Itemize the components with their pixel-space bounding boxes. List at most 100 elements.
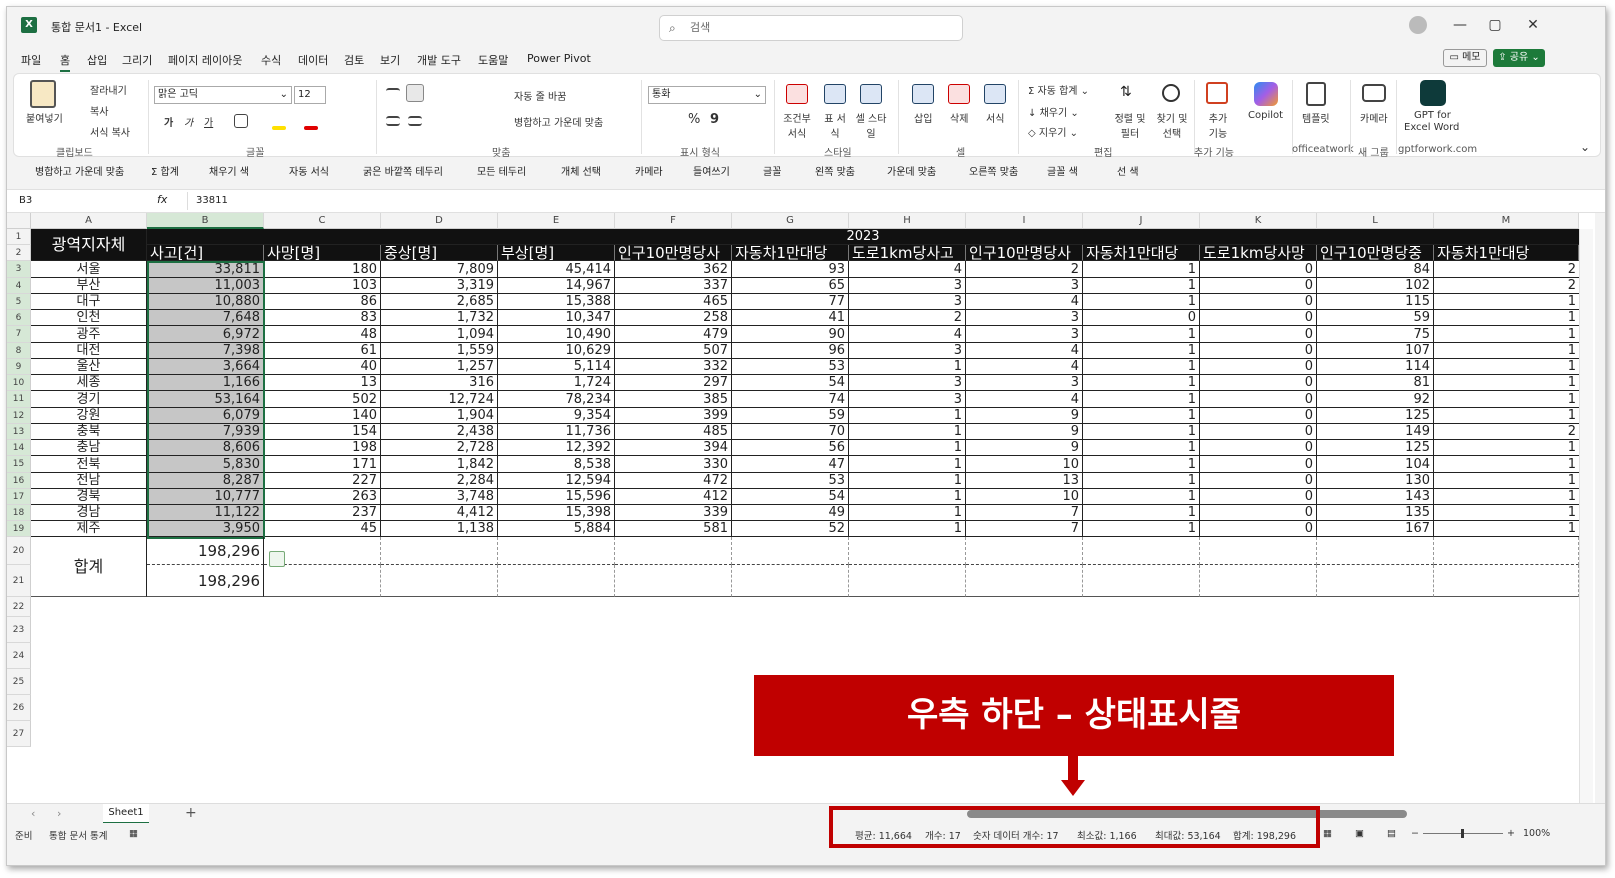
data-cell[interactable]: 8,606 [147,440,264,456]
empty-cell[interactable] [732,537,849,565]
vertical-scrollbar[interactable] [1579,229,1593,803]
quick-analysis-icon[interactable] [269,551,285,567]
border-icon[interactable] [234,114,248,128]
next-sheet-icon[interactable]: › [57,807,61,820]
accessibility-icon[interactable]: ▦ [129,828,138,839]
row-header-11[interactable]: 11 [7,391,31,408]
data-cell[interactable]: 93 [732,261,849,278]
data-cell[interactable]: 0 [1200,375,1317,391]
data-cell[interactable]: 1 [849,424,966,440]
data-cell[interactable]: 13 [264,375,381,391]
user-avatar-icon[interactable] [1409,16,1427,34]
data-cell[interactable]: 7 [966,505,1083,521]
column-header-D[interactable]: D [381,213,498,229]
data-cell[interactable]: 12,594 [498,473,615,489]
row-header-7[interactable]: 7 [7,326,31,343]
data-cell[interactable]: 90 [732,326,849,343]
comma-icon[interactable]: 9 [710,112,719,127]
data-cell[interactable]: 1 [849,408,966,424]
data-cell[interactable]: 1,559 [381,343,498,359]
column-header-J[interactable]: J [1083,213,1200,229]
empty-cell[interactable] [966,565,1083,597]
row-header-5[interactable]: 5 [7,294,31,310]
data-cell[interactable]: 297 [615,375,732,391]
data-cell[interactable]: 1 [849,505,966,521]
font-name-select[interactable]: 맑은 고딕 ⌄ [154,86,292,104]
data-cell[interactable]: 1,094 [381,326,498,343]
data-cell[interactable]: 92 [1317,391,1434,408]
data-cell[interactable]: 84 [1317,261,1434,278]
data-cell[interactable]: 0 [1200,326,1317,343]
addins-button[interactable]: 추가 기능 [1206,110,1230,140]
align-top-icon[interactable] [386,88,400,98]
paste-label[interactable]: 붙여넣기 [26,110,63,125]
data-cell[interactable]: 1 [849,359,966,375]
font-size-select[interactable]: 12 [294,86,326,104]
data-cell[interactable]: 54 [732,489,849,505]
data-cell[interactable]: 465 [615,294,732,310]
data-cell[interactable]: 1 [1083,343,1200,359]
data-cell[interactable]: 5,114 [498,359,615,375]
data-cell[interactable]: 1 [1434,408,1579,424]
data-cell[interactable]: 149 [1317,424,1434,440]
data-cell[interactable]: 3 [966,326,1083,343]
data-cell[interactable]: 53,164 [147,391,264,408]
data-cell[interactable]: 0 [1200,489,1317,505]
number-format-select[interactable]: 통화 ⌄ [648,86,766,104]
region-cell[interactable]: 대전 [31,343,147,359]
data-cell[interactable]: 78,234 [498,391,615,408]
column-header-B[interactable]: B [147,213,264,229]
qat-indent[interactable]: 들여쓰기 [693,163,730,178]
data-cell[interactable]: 2,284 [381,473,498,489]
data-cell[interactable]: 485 [615,424,732,440]
data-cell[interactable]: 7,939 [147,424,264,440]
column-title-cell[interactable]: 자동차1만대당 [1083,245,1200,261]
data-cell[interactable]: 3 [849,278,966,294]
data-cell[interactable]: 103 [264,278,381,294]
data-cell[interactable]: 502 [264,391,381,408]
menu-formulas[interactable]: 수식 [261,52,281,68]
zoom-out-icon[interactable]: − [1411,828,1419,839]
find-select-icon[interactable] [1162,84,1180,102]
qat-autoformat[interactable]: 자동 서식 [289,163,329,178]
data-cell[interactable]: 125 [1317,408,1434,424]
row-header-27[interactable]: 27 [7,721,31,747]
column-header-L[interactable]: L [1317,213,1434,229]
data-cell[interactable]: 77 [732,294,849,310]
qat-font[interactable]: 글꼴 [763,163,781,178]
data-cell[interactable]: 8,287 [147,473,264,489]
data-cell[interactable]: 6,972 [147,326,264,343]
column-header-K[interactable]: K [1200,213,1317,229]
sheet-tab[interactable]: Sheet1 [103,804,149,824]
data-cell[interactable]: 1 [1434,505,1579,521]
data-cell[interactable]: 10,880 [147,294,264,310]
empty-cell[interactable] [264,565,381,597]
empty-cell[interactable] [1083,565,1200,597]
region-cell[interactable]: 서울 [31,261,147,278]
data-cell[interactable]: 3 [849,375,966,391]
data-cell[interactable]: 227 [264,473,381,489]
delete-cells-icon[interactable] [948,84,970,104]
data-cell[interactable]: 3 [966,375,1083,391]
menu-page-layout[interactable]: 페이지 레이아웃 [168,52,242,68]
data-cell[interactable]: 337 [615,278,732,294]
data-cell[interactable]: 56 [732,440,849,456]
column-title-cell[interactable]: 인구10만명당사 [615,245,732,261]
data-cell[interactable]: 2,728 [381,440,498,456]
data-cell[interactable]: 258 [615,310,732,326]
region-cell[interactable]: 광주 [31,326,147,343]
column-title-cell[interactable]: 사고[건] [147,245,264,261]
format-cells-button[interactable]: 서식 [986,110,1004,125]
region-cell[interactable]: 경북 [31,489,147,505]
qat-align-right[interactable]: 오른쪽 맞춤 [969,163,1018,178]
format-table-button[interactable]: 표 서식 [820,110,850,140]
data-cell[interactable]: 0 [1200,343,1317,359]
data-cell[interactable]: 1 [1434,489,1579,505]
addins-icon[interactable] [1206,82,1228,104]
region-cell[interactable]: 인천 [31,310,147,326]
data-cell[interactable]: 4,412 [381,505,498,521]
data-cell[interactable]: 507 [615,343,732,359]
data-cell[interactable]: 9 [966,424,1083,440]
qat-font-color[interactable]: 글꼴 색 [1047,163,1078,178]
data-cell[interactable]: 0 [1200,424,1317,440]
